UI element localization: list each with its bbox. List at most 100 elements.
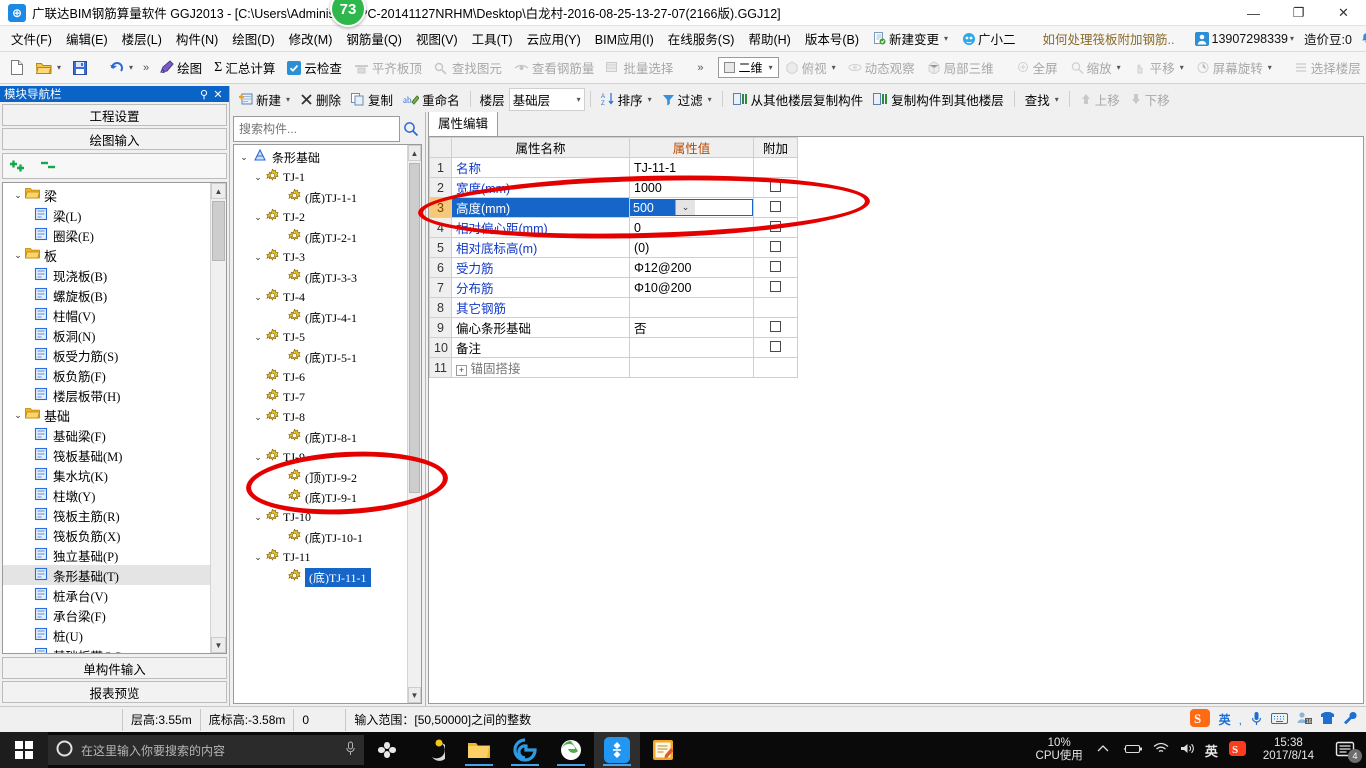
menu-item-edit[interactable]: 编辑(E)	[59, 26, 115, 51]
new-change-button[interactable]: 新建变更 ▾	[866, 26, 955, 51]
chevron-down-icon[interactable]: ⌄	[250, 212, 266, 223]
user-icon[interactable]: 16	[1296, 711, 1312, 728]
delete-component-button[interactable]: 删除	[295, 88, 346, 111]
scroll-thumb[interactable]	[212, 201, 225, 261]
property-row[interactable]: 7 分布筋 Φ10@200	[429, 277, 798, 298]
menu-item-cloud[interactable]: 云应用(Y)	[520, 26, 588, 51]
attach-checkbox[interactable]	[770, 220, 781, 232]
nav-item[interactable]: 梁(L)	[3, 205, 210, 225]
property-attach-cell[interactable]	[753, 177, 798, 198]
search-icon[interactable]	[400, 116, 422, 142]
new-component-chevron-icon[interactable]: ▾	[286, 95, 290, 104]
chevron-down-icon[interactable]: ⌄	[11, 190, 25, 201]
nav-item[interactable]: 独立基础(P)	[3, 545, 210, 565]
property-value-editor[interactable]: 500 ⌄	[629, 197, 754, 218]
nav-item[interactable]: 筏板负筋(X)	[3, 525, 210, 545]
property-row[interactable]: 9 偏心条形基础否	[429, 317, 798, 338]
quickaccess-overflow-icon[interactable]: »	[139, 62, 153, 74]
component-tree-item[interactable]: (底)TJ-9-1	[234, 487, 407, 507]
attach-checkbox[interactable]	[770, 200, 781, 212]
new-file-button[interactable]	[4, 58, 30, 77]
nav-item[interactable]: 柱墩(Y)	[3, 485, 210, 505]
component-tree-item[interactable]: (底)TJ-5-1	[234, 347, 407, 367]
comp-scroll-up-icon[interactable]: ▲	[408, 145, 421, 161]
component-tree-group[interactable]: TJ-7	[234, 387, 407, 407]
clock[interactable]: 15:38 2017/8/14	[1257, 737, 1320, 763]
component-tree-group[interactable]: ⌄ TJ-9	[234, 447, 407, 467]
property-row[interactable]: 3 高度(mm) 500 ⌄	[429, 197, 798, 218]
taskbar-app-sogou[interactable]	[364, 732, 410, 768]
wifi-icon[interactable]	[1153, 742, 1169, 758]
assistant-button[interactable]: 广小二	[955, 26, 1023, 51]
tray-sogou-icon[interactable]: S	[1228, 740, 1247, 760]
nav-item[interactable]: 板负筋(F)	[3, 365, 210, 385]
nav-item[interactable]: 基础梁(F)	[3, 425, 210, 445]
nav-item[interactable]: 楼层板带(H)	[3, 385, 210, 405]
component-tree-item[interactable]: (底)TJ-10-1	[234, 527, 407, 547]
property-row[interactable]: 4 相对偏心距(mm) 0	[429, 217, 798, 238]
property-row[interactable]: 8 其它钢筋	[429, 297, 798, 318]
volume-icon[interactable]	[1179, 742, 1195, 758]
component-tree-scrollbar[interactable]: ▲ ▼	[407, 145, 421, 703]
component-tree-group[interactable]: ⌄ TJ-5	[234, 327, 407, 347]
taskbar-app-edge[interactable]	[548, 732, 594, 768]
keyboard-icon[interactable]	[1271, 712, 1288, 728]
floor-selector[interactable]: 基础层 ▾	[508, 87, 585, 111]
property-row[interactable]: 10 备注	[429, 337, 798, 358]
voice-icon[interactable]	[1250, 711, 1263, 729]
component-tree-group[interactable]: ⌄ TJ-3	[234, 247, 407, 267]
account-phone[interactable]: 13907298339	[1212, 32, 1288, 46]
attach-checkbox[interactable]	[770, 240, 781, 252]
chevron-down-icon[interactable]: ⌄	[250, 172, 266, 183]
scroll-down-icon[interactable]: ▼	[211, 637, 226, 653]
nav-item[interactable]: 桩(U)	[3, 625, 210, 645]
nav-item[interactable]: 板洞(N)	[3, 325, 210, 345]
bell-icon[interactable]	[1360, 32, 1366, 45]
punctuation-icon[interactable]: ,	[1239, 713, 1242, 727]
search-input[interactable]	[233, 116, 400, 142]
property-value[interactable]	[629, 337, 754, 358]
property-attach-cell[interactable]	[753, 277, 798, 298]
nav-close-icon[interactable]: ✕	[211, 88, 225, 101]
component-tree-item[interactable]: (底)TJ-1-1	[234, 187, 407, 207]
nav-item[interactable]: 承台梁(F)	[3, 605, 210, 625]
chevron-down-icon[interactable]: ⌄	[250, 552, 266, 563]
property-row[interactable]: 11 + 锚固搭接	[429, 357, 798, 378]
property-row[interactable]: 5 相对底标高(m) (0)	[429, 237, 798, 258]
tray-expand-icon[interactable]	[1093, 744, 1113, 757]
cloud-check-button[interactable]: 云检查	[281, 56, 348, 79]
component-tree-item[interactable]: (底)TJ-2-1	[234, 227, 407, 247]
pin-icon[interactable]: ⚲	[197, 88, 211, 101]
nav-item[interactable]: 集水坑(K)	[3, 465, 210, 485]
expand-all-icon[interactable]	[9, 157, 29, 176]
undo-button[interactable]: ▾	[103, 59, 139, 77]
floor-chevron-icon[interactable]: ▾	[577, 95, 581, 104]
comp-scroll-thumb[interactable]	[409, 163, 420, 493]
property-attach-cell[interactable]	[753, 337, 798, 358]
ime-lang-label[interactable]: 英	[1219, 711, 1231, 728]
property-attach-cell[interactable]	[753, 197, 798, 218]
battery-icon[interactable]	[1123, 743, 1143, 758]
taskbar-app-notepad[interactable]	[640, 732, 686, 768]
taskbar-app-ggj[interactable]	[594, 732, 640, 768]
property-row[interactable]: 1 名称 TJ-11-1	[429, 157, 798, 178]
nav-item[interactable]: 螺旋板(B)	[3, 285, 210, 305]
taskbar-app-gome[interactable]	[502, 732, 548, 768]
copy-to-other-floor-button[interactable]: 复制构件到其他楼层	[868, 88, 1009, 111]
menu-item-online-service[interactable]: 在线服务(S)	[661, 26, 742, 51]
open-file-button[interactable]: ▾	[30, 59, 67, 77]
component-tree-root[interactable]: ⌄ 条形基础	[234, 147, 407, 167]
comp-scroll-down-icon[interactable]: ▼	[408, 687, 421, 703]
component-tree-group[interactable]: ⌄ TJ-8	[234, 407, 407, 427]
draw-input-button[interactable]: 绘图输入	[2, 128, 227, 150]
chevron-down-icon[interactable]: ⌄	[250, 512, 266, 523]
tools-icon[interactable]	[1343, 711, 1358, 728]
skin-icon[interactable]	[1320, 711, 1335, 728]
menu-item-rebar[interactable]: 钢筋量(Q)	[339, 26, 409, 51]
component-tree-item[interactable]: (底)TJ-3-3	[234, 267, 407, 287]
nav-item[interactable]: 筏板主筋(R)	[3, 505, 210, 525]
property-value[interactable]	[629, 357, 754, 378]
chevron-down-icon[interactable]: ⌄	[250, 332, 266, 343]
view-mode-selector[interactable]: 二维 ▾	[717, 57, 779, 78]
minimize-button[interactable]: —	[1231, 0, 1276, 26]
